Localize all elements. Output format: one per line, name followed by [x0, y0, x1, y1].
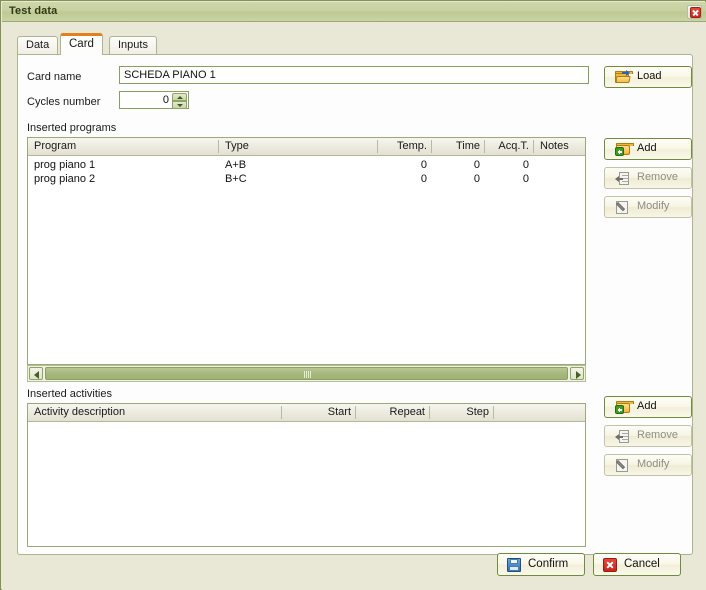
- activities-modify-button[interactable]: Modify: [604, 454, 692, 476]
- load-button[interactable]: Load: [604, 66, 692, 88]
- stepper-down-button[interactable]: [172, 101, 187, 109]
- tab-inputs[interactable]: Inputs: [109, 36, 157, 54]
- cell-acqt: 0: [522, 159, 529, 171]
- pencil-icon: [615, 200, 631, 215]
- cancel-button[interactable]: Cancel: [593, 553, 681, 576]
- programs-add-label: Add: [637, 142, 657, 154]
- cell-acqt: 0: [522, 173, 529, 185]
- column-header-time[interactable]: Time: [432, 138, 484, 155]
- activities-grid-header: Activity description Start Repeat Step: [28, 404, 585, 422]
- column-divider[interactable]: [493, 406, 494, 419]
- save-icon: [507, 558, 522, 573]
- cycles-number-input[interactable]: [120, 92, 172, 108]
- window-title: Test data: [9, 5, 58, 17]
- activities-add-label: Add: [637, 400, 657, 412]
- dialog-body: Data Card Inputs Card name Cycles number: [2, 22, 706, 590]
- stepper-up-button[interactable]: [172, 93, 187, 101]
- close-button[interactable]: [687, 5, 702, 19]
- card-tab-panel: Card name Cycles number Inserted program…: [17, 54, 693, 555]
- cell-temp: 0: [420, 173, 427, 185]
- remove-icon: [615, 429, 631, 444]
- test-data-dialog: Test data Data Card Inputs Card name Cyc…: [0, 0, 706, 590]
- pencil-icon: [615, 458, 631, 473]
- column-header-start[interactable]: Start: [282, 404, 355, 421]
- programs-grid-body: prog piano 1 A+B 0 0 0 prog piano 2 B+C …: [28, 156, 585, 186]
- cell-program: prog piano 2: [34, 173, 96, 185]
- card-name-label: Card name: [27, 71, 82, 83]
- column-header-type[interactable]: Type: [219, 138, 377, 155]
- inserted-programs-label: Inserted programs: [27, 122, 117, 134]
- close-icon: [690, 7, 701, 18]
- chevron-down-icon: [177, 103, 183, 107]
- column-header-notes[interactable]: Notes: [534, 138, 585, 155]
- programs-remove-button[interactable]: Remove: [604, 167, 692, 189]
- column-header-activity-description[interactable]: Activity description: [28, 404, 281, 421]
- cell-time: 0: [473, 173, 480, 185]
- cycles-number-label: Cycles number: [27, 96, 101, 108]
- cell-type: A+B: [225, 159, 247, 171]
- programs-grid-header: Program Type Temp. Time Acq.T. Notes: [28, 138, 585, 156]
- column-header-temp[interactable]: Temp.: [378, 138, 431, 155]
- cell-program: prog piano 1: [34, 159, 96, 171]
- tab-card[interactable]: Card: [60, 33, 103, 55]
- confirm-button[interactable]: Confirm: [497, 553, 585, 576]
- folder-add-icon: [615, 142, 634, 157]
- cell-type: B+C: [225, 173, 247, 185]
- column-header-repeat[interactable]: Repeat: [356, 404, 429, 421]
- tab-data[interactable]: Data: [17, 36, 59, 54]
- card-name-input[interactable]: [119, 66, 589, 84]
- chevron-left-icon: [33, 370, 39, 379]
- cell-time: 0: [473, 159, 480, 171]
- cancel-icon: [603, 558, 618, 573]
- programs-remove-label: Remove: [637, 171, 678, 183]
- cycles-number-stepper[interactable]: [119, 91, 189, 109]
- confirm-button-label: Confirm: [528, 558, 569, 570]
- activities-add-button[interactable]: Add: [604, 396, 692, 418]
- grip-icon: [303, 371, 311, 378]
- column-header-program[interactable]: Program: [28, 138, 218, 155]
- activities-modify-label: Modify: [637, 458, 670, 470]
- load-button-label: Load: [637, 70, 662, 82]
- table-row[interactable]: prog piano 2 B+C 0 0 0: [28, 172, 585, 186]
- cancel-button-label: Cancel: [624, 558, 660, 570]
- folder-add-icon: [615, 400, 634, 415]
- activities-remove-button[interactable]: Remove: [604, 425, 692, 447]
- inserted-activities-label: Inserted activities: [27, 388, 112, 400]
- column-header-step[interactable]: Step: [430, 404, 493, 421]
- stepper-buttons: [172, 93, 187, 109]
- programs-grid[interactable]: Program Type Temp. Time Acq.T. Notes pro…: [27, 137, 586, 365]
- tab-strip: Data Card Inputs: [17, 33, 693, 55]
- programs-modify-button[interactable]: Modify: [604, 196, 692, 218]
- folder-open-icon: [615, 70, 633, 85]
- scroll-left-button[interactable]: [29, 367, 43, 380]
- chevron-right-icon: [575, 370, 581, 379]
- table-row[interactable]: prog piano 1 A+B 0 0 0: [28, 158, 585, 172]
- chevron-up-icon: [177, 95, 183, 99]
- scrollbar-thumb[interactable]: [45, 367, 568, 380]
- programs-horizontal-scrollbar[interactable]: [27, 365, 586, 382]
- cell-notes: [534, 172, 585, 186]
- scroll-right-button[interactable]: [570, 367, 584, 380]
- remove-icon: [615, 171, 631, 186]
- cell-temp: 0: [420, 159, 427, 171]
- programs-add-button[interactable]: Add: [604, 138, 692, 160]
- title-bar: Test data: [2, 2, 706, 22]
- programs-modify-label: Modify: [637, 200, 670, 212]
- activities-grid[interactable]: Activity description Start Repeat Step: [27, 403, 586, 547]
- cell-notes: [534, 158, 585, 172]
- activities-remove-label: Remove: [637, 429, 678, 441]
- column-header-acqt[interactable]: Acq.T.: [485, 138, 533, 155]
